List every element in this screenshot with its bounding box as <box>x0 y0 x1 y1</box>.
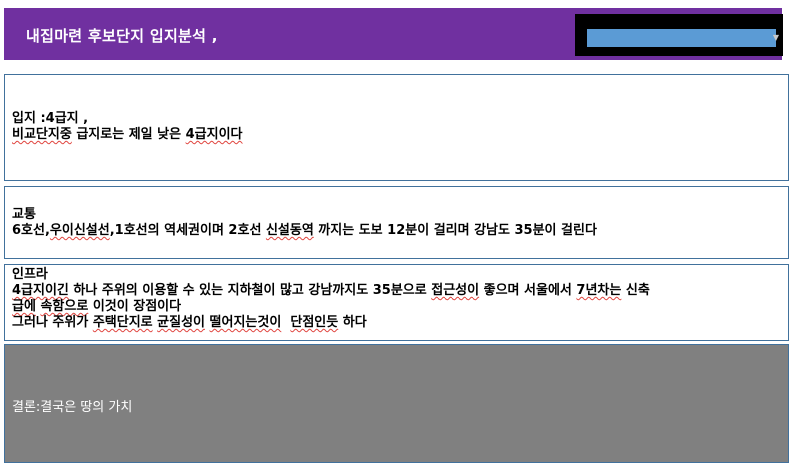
conclusion-textbox[interactable]: 결론:결국은 땅의 가치 <box>4 344 789 463</box>
spell-flagged-word: 접근성이 <box>431 283 480 298</box>
complex-select-dropdown[interactable]: ▼ <box>587 29 779 47</box>
infra-text-part <box>281 315 290 330</box>
chevron-down-icon: ▼ <box>772 33 779 42</box>
traffic-text-part: 6호선, <box>12 223 50 238</box>
traffic-text-part: 까지는 도보 12분이 걸리며 강남도 35분이 걸린다 <box>313 223 597 238</box>
spell-flagged-word: 주택단지로 <box>92 315 153 330</box>
location-line-2-text: 급지로는 제일 낮은 <box>71 127 186 142</box>
infrastructure-line-2: 급에 속함으로 이것이 장점이다 <box>12 299 788 315</box>
title-banner: 내집마련 후보단지 입지분석 , ▼ <box>4 8 783 60</box>
infra-text-part: 그러나 주위가 <box>12 315 93 330</box>
traffic-heading: 교통 <box>12 207 36 222</box>
spell-flagged-word: 단점인듯 <box>290 315 339 330</box>
location-grade: 4급지 <box>45 111 79 126</box>
location-label: 입지 : <box>12 111 46 126</box>
spell-flagged-word: 7년차는 <box>576 283 622 298</box>
page-title: 내집마련 후보단지 입지분석 , <box>26 27 218 45</box>
infrastructure-heading: 인프라 <box>12 267 48 282</box>
infra-text-part: 하나 주위의 이용할 수 있는 지하철이 많고 강남까지도 35분으로 <box>68 283 432 298</box>
infra-text-part: 하다 <box>338 315 367 330</box>
spell-flagged-word: 속함으로 <box>40 299 89 314</box>
infrastructure-line-1: 4급지이긴 하나 주위의 이용할 수 있는 지하철이 많고 강남까지도 35분으… <box>12 283 788 299</box>
selector-frame: ▼ <box>575 14 783 56</box>
infrastructure-textbox[interactable]: 인프라 4급지이긴 하나 주위의 이용할 수 있는 지하철이 많고 강남까지도 … <box>4 264 789 341</box>
location-line-2: 비교단지중 급지로는 제일 낮은 4급지이다 <box>12 127 788 143</box>
spell-flagged-word: 4급지이긴 <box>12 283 69 298</box>
spell-flagged-word: 급에 <box>12 299 36 314</box>
infra-text-part: 신축 <box>621 283 650 298</box>
location-line-1-tail: , <box>78 111 89 126</box>
infra-text-part: 이것이 장점이다 <box>88 299 182 314</box>
spell-flagged-word: 신설동역 <box>265 223 314 238</box>
spell-flagged-word: 우이신설선 <box>49 223 110 238</box>
spell-flagged-word: 균질성이 <box>157 315 205 330</box>
infrastructure-line-3: 그러나 주위가 주택단지로 균질성이 떨어지는것이 단점인듯 하다 <box>12 315 788 331</box>
spell-flagged-word: 비교단지중 <box>12 127 72 142</box>
traffic-line: 6호선,우이신설선,1호선의 역세권이며 2호선 신설동역 까지는 도보 12분… <box>12 223 788 239</box>
conclusion-text: 결론:결국은 땅의 가치 <box>12 400 133 415</box>
slide-canvas: 내집마련 후보단지 입지분석 , ▼ 입지 :4급지 , 비교단지중 급지로는 … <box>0 0 795 463</box>
location-textbox[interactable]: 입지 :4급지 , 비교단지중 급지로는 제일 낮은 4급지이다 <box>4 74 789 181</box>
infra-text-part: 좋으며 서울에서 <box>479 283 577 298</box>
traffic-text-part: ,1호선의 역세권이며 2호선 <box>109 223 266 238</box>
location-line-1: 입지 :4급지 , <box>12 111 788 127</box>
traffic-textbox[interactable]: 교통 6호선,우이신설선,1호선의 역세권이며 2호선 신설동역 까지는 도보 … <box>4 186 789 259</box>
spell-flagged-word: 떨어지는것이 <box>209 315 282 330</box>
spell-flagged-word: 4급지이다 <box>185 127 243 142</box>
